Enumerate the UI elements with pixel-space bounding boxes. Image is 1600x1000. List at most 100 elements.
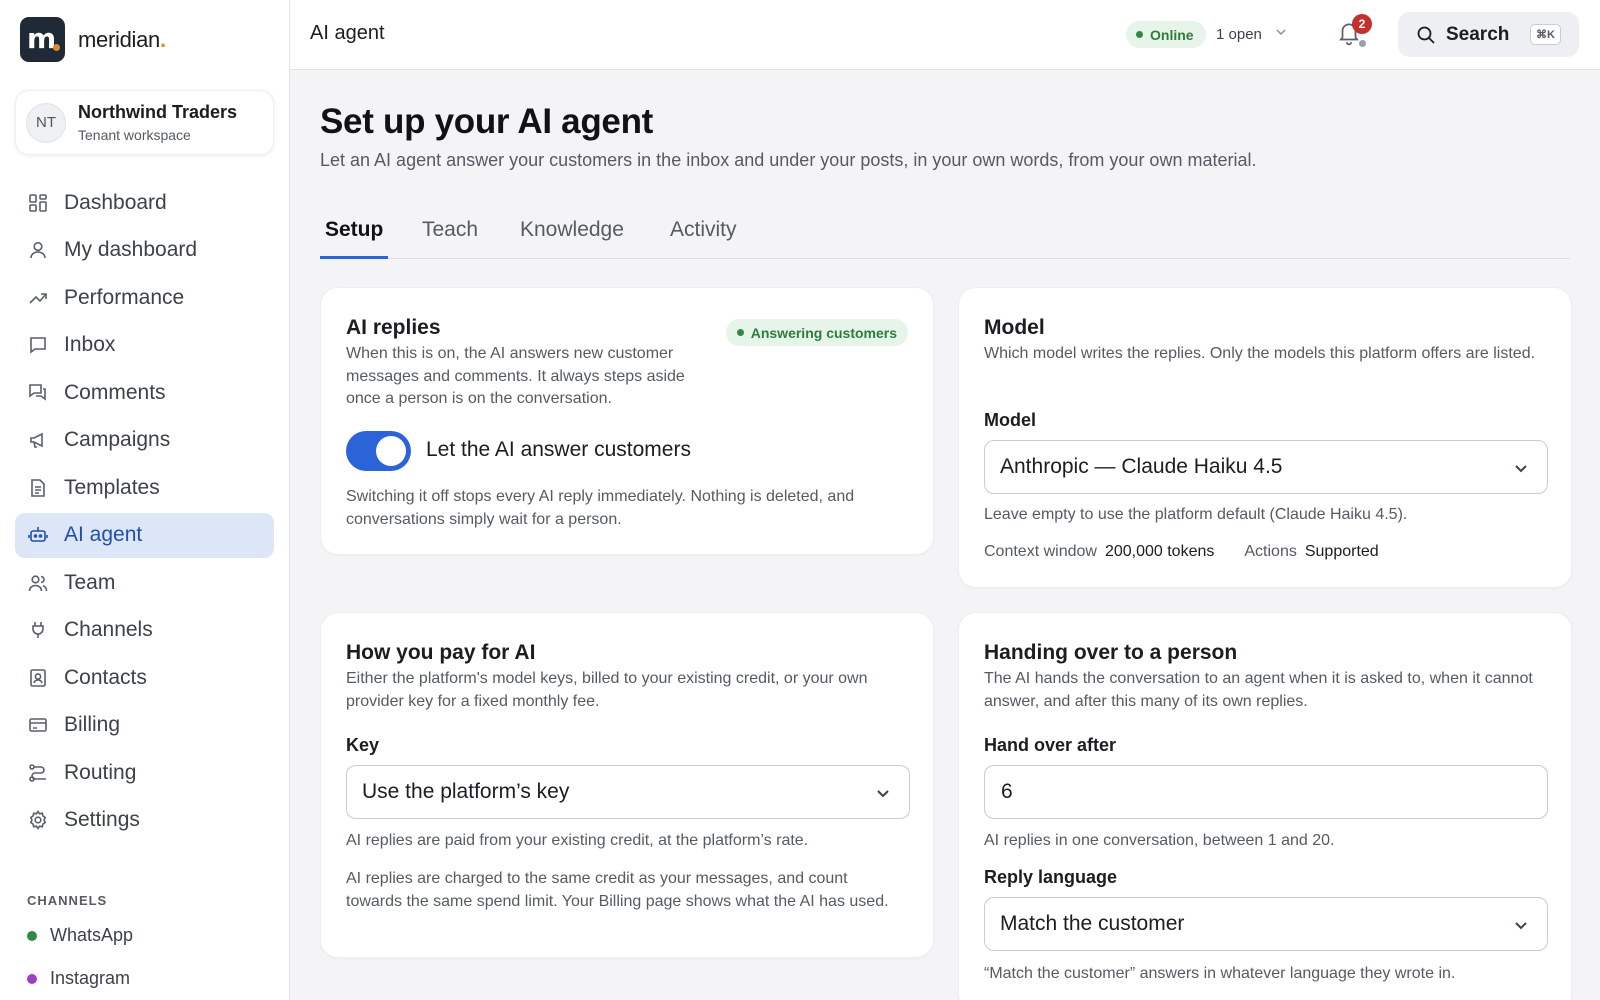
payment-description: Either the platform's model keys, billed… xyxy=(346,670,868,710)
model-title: Model xyxy=(984,316,1045,339)
model-selected-value: Anthropic — Claude Haiku 4.5 xyxy=(1000,455,1283,478)
sidebar-item-ai-agent[interactable]: AI agent xyxy=(15,512,274,558)
ai-replies-title: AI replies xyxy=(346,316,441,339)
brand-logo: m xyxy=(20,17,65,62)
actions-value: Supported xyxy=(1304,543,1379,560)
chevron-down-icon xyxy=(873,783,893,803)
model-select[interactable]: Anthropic — Claude Haiku 4.5 xyxy=(984,440,1548,494)
tab-bar: Setup Teach Knowledge Activity xyxy=(320,208,1570,259)
brand-logo-letter: m xyxy=(27,22,57,55)
sidebar-item-label: Dashboard xyxy=(64,190,167,214)
plug-icon xyxy=(27,619,49,641)
tab-setup[interactable]: Setup xyxy=(320,208,389,259)
channel-item-instagram[interactable]: Instagram xyxy=(27,968,130,989)
sidebar-item-label: My dashboard xyxy=(64,238,198,261)
reply-language-selected-value: Match the customer xyxy=(1000,912,1185,935)
answering-status-badge: Answering customers xyxy=(725,319,908,346)
routing-icon xyxy=(27,762,49,784)
brand-name: meridian. xyxy=(78,27,166,53)
trend-icon xyxy=(27,287,49,309)
channel-item-whatsapp[interactable]: WhatsApp xyxy=(27,925,133,946)
sidebar-item-performance[interactable]: Performance xyxy=(15,275,274,320)
channel-status-dot xyxy=(27,973,37,984)
tab-activity[interactable]: Activity xyxy=(665,208,742,259)
search-icon xyxy=(1416,25,1436,45)
search-label: Search xyxy=(1446,23,1510,45)
megaphone-icon xyxy=(27,429,49,451)
search-shortcut: ⌘K xyxy=(1530,24,1561,45)
context-window-label: Context window xyxy=(984,543,1097,560)
sidebar-item-routing[interactable]: Routing xyxy=(15,750,274,795)
open-count-label: 1 open xyxy=(1216,25,1262,43)
online-status-badge[interactable]: Online xyxy=(1126,21,1206,48)
sidebar-item-label: Inbox xyxy=(64,333,116,356)
brand[interactable]: m meridian. xyxy=(20,17,166,62)
sidebar-nav: Dashboard My dashboard Performance Inbox… xyxy=(15,180,274,845)
sidebar-item-campaigns[interactable]: Campaigns xyxy=(15,418,274,463)
tenant-switcher[interactable]: NT Northwind Traders Tenant workspace xyxy=(15,90,274,155)
reply-language-help: “Match the customer” answers in whatever… xyxy=(984,965,1456,982)
ai-answer-toggle[interactable] xyxy=(346,431,411,471)
sidebar: m meridian. NT Northwind Traders Tenant … xyxy=(0,0,290,1000)
sidebar-item-comments[interactable]: Comments xyxy=(15,370,274,415)
sidebar-item-my-dashboard[interactable]: My dashboard xyxy=(15,228,274,273)
presence-dot xyxy=(1358,39,1367,48)
sidebar-item-billing[interactable]: Billing xyxy=(15,703,274,748)
sidebar-item-label: Settings xyxy=(64,808,140,831)
model-description: Which model writes the replies. Only the… xyxy=(984,345,1536,362)
card-icon xyxy=(27,714,49,736)
online-status-label: Online xyxy=(1150,26,1194,43)
page-title: Set up your AI agent xyxy=(320,102,654,141)
sidebar-item-settings[interactable]: Settings xyxy=(15,798,274,843)
reply-language-label: Reply language xyxy=(984,867,1118,887)
sidebar-item-templates[interactable]: Templates xyxy=(15,465,274,510)
sidebar-item-contacts[interactable]: Contacts xyxy=(15,655,274,700)
actions-label: Actions xyxy=(1244,543,1297,560)
handover-description: The AI hands the conversation to an agen… xyxy=(984,670,1533,710)
answering-status-label: Answering customers xyxy=(750,324,897,341)
sidebar-item-label: Routing xyxy=(64,760,137,784)
brand-logo-dot xyxy=(53,44,60,51)
sidebar-item-inbox[interactable]: Inbox xyxy=(15,323,274,368)
sidebar-item-label: Contacts xyxy=(64,665,147,689)
context-window-value: 200,000 tokens xyxy=(1104,543,1215,560)
tenant-name: Northwind Traders xyxy=(78,102,238,122)
handover-help: AI replies in one conversation, between … xyxy=(984,832,1335,849)
user-icon xyxy=(27,239,49,261)
tab-knowledge[interactable]: Knowledge xyxy=(515,208,629,259)
sidebar-item-dashboard[interactable]: Dashboard xyxy=(15,180,274,225)
contact-icon xyxy=(27,667,49,689)
sidebar-item-team[interactable]: Team xyxy=(15,560,274,605)
grid-icon xyxy=(27,192,49,214)
tab-teach[interactable]: Teach xyxy=(417,208,483,259)
channel-status-dot xyxy=(27,930,37,941)
sidebar-item-label: AI agent xyxy=(64,523,143,546)
tenant-text: Northwind Traders Tenant workspace xyxy=(78,102,237,143)
model-field-label: Model xyxy=(984,410,1036,430)
key-selected-value: Use the platform’s key xyxy=(362,780,570,803)
sidebar-item-label: Team xyxy=(64,570,116,594)
sidebar-item-channels[interactable]: Channels xyxy=(15,608,274,653)
answering-dot xyxy=(736,329,744,336)
page-subtitle: Let an AI agent answer your customers in… xyxy=(320,150,1257,170)
gear-icon xyxy=(27,809,49,831)
chevron-down-icon xyxy=(1511,458,1531,478)
meta-gap xyxy=(1214,543,1244,561)
brand-name-suffix: . xyxy=(159,26,166,52)
sidebar-item-label: Comments xyxy=(64,380,166,404)
sidebar-item-label: Templates xyxy=(64,475,160,499)
key-select[interactable]: Use the platform’s key xyxy=(346,765,910,819)
notifications-count-badge: 2 xyxy=(1352,14,1372,34)
brand-name-text: meridian xyxy=(78,26,160,52)
handover-after-input[interactable]: 6 xyxy=(984,765,1548,819)
sidebar-item-label: Channels xyxy=(64,618,153,641)
reply-language-select[interactable]: Match the customer xyxy=(984,897,1548,951)
sidebar-item-label: Campaigns xyxy=(64,428,171,451)
payment-card: How you pay for AI Either the platform's… xyxy=(320,612,934,958)
comments-icon xyxy=(27,382,49,404)
ai-answer-toggle-label: Let the AI answer customers xyxy=(426,438,691,461)
search-button[interactable]: Search ⌘K xyxy=(1398,12,1579,57)
sidebar-item-label: Performance xyxy=(64,285,185,309)
key-field-label: Key xyxy=(346,735,380,755)
open-conversations-dropdown[interactable]: 1 open xyxy=(1216,25,1288,43)
